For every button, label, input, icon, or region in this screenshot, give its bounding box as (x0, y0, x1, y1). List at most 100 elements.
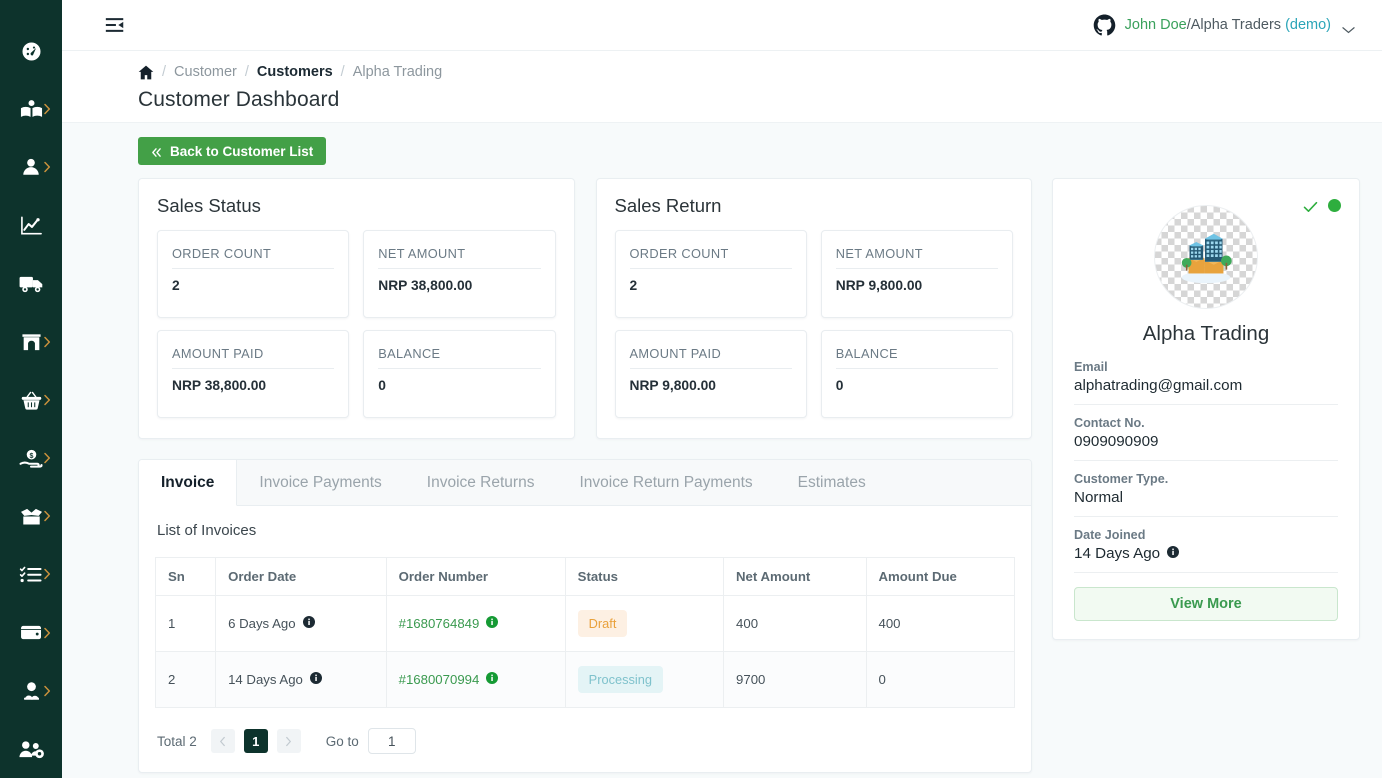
sidebar-collapse-icon[interactable] (102, 12, 128, 38)
tab-invoice-payments[interactable]: Invoice Payments (237, 460, 404, 505)
stat-label: BALANCE (835, 346, 998, 369)
sidebar-item-purchase[interactable] (0, 371, 62, 429)
stat-value: NRP 38,800.00 (172, 378, 267, 393)
sales-status-stats: ORDER COUNT 2 NET AMOUNT NRP 38,800.00 AMOUN… (157, 230, 556, 418)
goto-label: Go to (325, 733, 359, 749)
pagination-next-button[interactable] (276, 729, 301, 753)
pagination: Total 2 1 Go to (155, 728, 1015, 754)
sidebar-item-expense[interactable]: $ (0, 429, 62, 487)
home-icon[interactable] (138, 65, 154, 80)
tab-invoice[interactable]: Invoice (139, 460, 238, 506)
user-menu[interactable]: John Doe/Alpha Traders (demo) (1093, 13, 1355, 37)
customer-profile-column: Alpha Trading Email alphatrading@gmail.co… (1052, 178, 1360, 640)
cell-net-amount: 400 (723, 595, 867, 652)
stat-value: 2 (629, 278, 638, 293)
topbar: John Doe/Alpha Traders (demo) (62, 0, 1382, 51)
sidebar-item-delivery[interactable] (0, 255, 62, 313)
github-icon (1093, 13, 1116, 37)
stat-value: 0 (835, 378, 844, 393)
sales-return-panel: Sales Return ORDER COUNT 2 NET AMOUNT NRP 9… (595, 178, 1032, 439)
cell-status: Processing (564, 651, 725, 708)
stat-value: NRP 38,800.00 (378, 278, 473, 293)
sidebar-item-employees[interactable] (0, 662, 62, 720)
stat-value: 0 (378, 378, 386, 393)
column-header-sn: Sn (154, 557, 217, 596)
sales-return-title: Sales Return (614, 195, 722, 216)
page-body: Back to Customer List Sales Status ORDER… (62, 123, 1382, 778)
field-label: Contact No. (1074, 416, 1145, 430)
stat-label: AMOUNT PAID (629, 346, 792, 369)
breadcrumb-item-customers[interactable]: Customers (257, 64, 333, 80)
stat-label: NET AMOUNT (378, 246, 541, 269)
check-icon (1303, 200, 1318, 212)
sales-status-stat-balance: BALANCE 0 (363, 330, 556, 418)
stat-label: NET AMOUNT (835, 246, 998, 269)
cell-net-amount: 9700 (723, 651, 867, 708)
info-icon[interactable] (486, 616, 499, 631)
field-value: 0909090909 (1074, 433, 1338, 450)
sales-status-stat-order-count: ORDER COUNT 2 (157, 230, 350, 318)
info-icon[interactable] (486, 672, 499, 687)
column-header-order-number: Order Number (385, 557, 566, 596)
customer-name: Alpha Trading (1142, 322, 1270, 345)
dashboard-row: Sales Status ORDER COUNT 2 NET AMOUNT NRP 3… (138, 178, 1360, 773)
breadcrumb-separator-2: / (244, 64, 249, 80)
sales-return-stat-amount-paid: AMOUNT PAID NRP 9,800.00 (614, 330, 807, 418)
order-number-link[interactable]: #1680070994 (399, 672, 480, 687)
cell-amount-due: 0 (865, 651, 1015, 708)
field-label: Customer Type. (1074, 472, 1169, 486)
stat-value: 2 (172, 278, 180, 293)
back-to-customer-list-button[interactable]: Back to Customer List (138, 137, 327, 165)
tab-invoice-return-payments[interactable]: Invoice Return Payments (557, 460, 775, 505)
status-badge: Draft (577, 610, 628, 637)
sidebar-item-reports[interactable] (0, 196, 62, 254)
pagination-prev-button[interactable] (210, 729, 235, 753)
view-more-button[interactable]: View More (1074, 587, 1338, 621)
sidebar-item-inventory[interactable] (0, 487, 62, 545)
sales-status-panel: Sales Status ORDER COUNT 2 NET AMOUNT NRP 3… (138, 178, 575, 439)
info-icon[interactable] (302, 616, 315, 631)
sidebar-item-accounts[interactable] (0, 604, 62, 662)
sales-return-stat-balance: BALANCE 0 (820, 330, 1013, 418)
goto-page-input[interactable] (367, 728, 416, 754)
sidebar-item-dashboard[interactable] (0, 22, 62, 80)
cell-sn: 2 (154, 651, 217, 708)
profile-status-flags (1303, 199, 1341, 212)
tab-bar: Invoice Invoice Payments Invoice Returns In… (139, 460, 1031, 506)
invoice-table-body: 1 6 Days Ago #1680764849 Draft 400 400 2 14 Day… (154, 595, 1015, 708)
gauge-icon (20, 40, 43, 63)
field-value: 14 Days Ago (1074, 545, 1338, 562)
sidebar-item-customer[interactable] (0, 138, 62, 196)
sales-status-stat-amount-paid: AMOUNT PAID NRP 38,800.00 (157, 330, 350, 418)
order-number-link[interactable]: #1680764849 (399, 616, 480, 631)
user-name: John Doe (1124, 17, 1187, 33)
sidebar-item-store[interactable] (0, 313, 62, 371)
cell-sn: 1 (154, 595, 217, 652)
env-label: (demo) (1285, 17, 1331, 33)
info-icon[interactable] (1167, 545, 1180, 562)
truck-icon (18, 273, 45, 294)
tab-estimates[interactable]: Estimates (776, 460, 889, 505)
field-value-text: Normal (1074, 489, 1123, 506)
sidebar-item-catalog[interactable] (0, 80, 62, 138)
line-chart-icon (19, 214, 44, 237)
cell-amount-due: 400 (865, 595, 1015, 652)
field-value: Normal (1074, 489, 1338, 506)
info-icon[interactable] (309, 672, 322, 687)
profile-field-customer-type: Customer Type. Normal (1074, 461, 1338, 517)
stat-label: BALANCE (378, 346, 541, 369)
pagination-page-1[interactable]: 1 (243, 729, 268, 753)
breadcrumb-separator-3: / (340, 64, 345, 80)
app-root: $ John Doe/Alpha Traders (demo) / Custom… (0, 0, 1382, 778)
sidebar-item-user-management[interactable] (0, 720, 62, 778)
chevron-down-icon (1342, 21, 1355, 34)
table-header-row: Sn Order Date Order Number Status Net Amount… (154, 557, 1015, 596)
tab-invoice-returns[interactable]: Invoice Returns (405, 460, 558, 505)
tab-panel-invoice: List of Invoices Sn Order Date Order Numbe… (139, 506, 1031, 772)
status-badge: Processing (577, 666, 663, 693)
user-icon (20, 156, 42, 178)
sidebar-item-tasks[interactable] (0, 545, 62, 603)
breadcrumb-item-customer[interactable]: Customer (174, 64, 237, 80)
stat-label: ORDER COUNT (629, 246, 792, 269)
sidebar-nav: $ (0, 0, 62, 778)
